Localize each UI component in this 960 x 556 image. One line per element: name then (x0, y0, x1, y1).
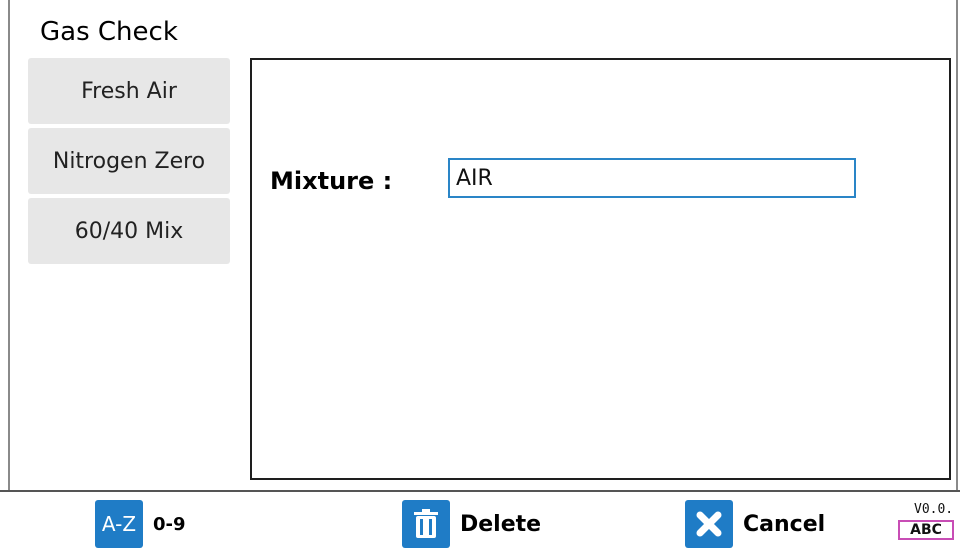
az-icon: A-Z (95, 500, 143, 548)
frame-right-edge (956, 0, 958, 490)
delete-button[interactable]: Delete (402, 500, 541, 548)
preset-nitrogen-zero-button[interactable]: Nitrogen Zero (28, 128, 230, 194)
cancel-button[interactable]: Cancel (685, 500, 825, 548)
delete-label: Delete (460, 511, 542, 537)
close-icon (685, 500, 733, 548)
mixture-input[interactable] (448, 158, 856, 198)
numeric-mode-label: 0-9 (153, 513, 186, 535)
bottom-toolbar: A-Z 0-9 Delete Cancel V0.0. ABC (0, 490, 960, 556)
az-label: A-Z (101, 512, 137, 536)
page-title: Gas Check (40, 17, 178, 47)
trash-icon (402, 500, 450, 548)
input-mode-badge: ABC (898, 520, 954, 540)
keyboard-mode-toggle[interactable]: A-Z 0-9 (95, 500, 186, 548)
preset-fresh-air-button[interactable]: Fresh Air (28, 58, 230, 124)
mixture-label: Mixture : (270, 167, 393, 195)
frame-left-edge (8, 0, 10, 490)
version-text: V0.0. (914, 502, 954, 517)
content-panel: Mixture : (250, 58, 951, 480)
preset-60-40-mix-button[interactable]: 60/40 Mix (28, 198, 230, 264)
cancel-label: Cancel (743, 511, 826, 537)
